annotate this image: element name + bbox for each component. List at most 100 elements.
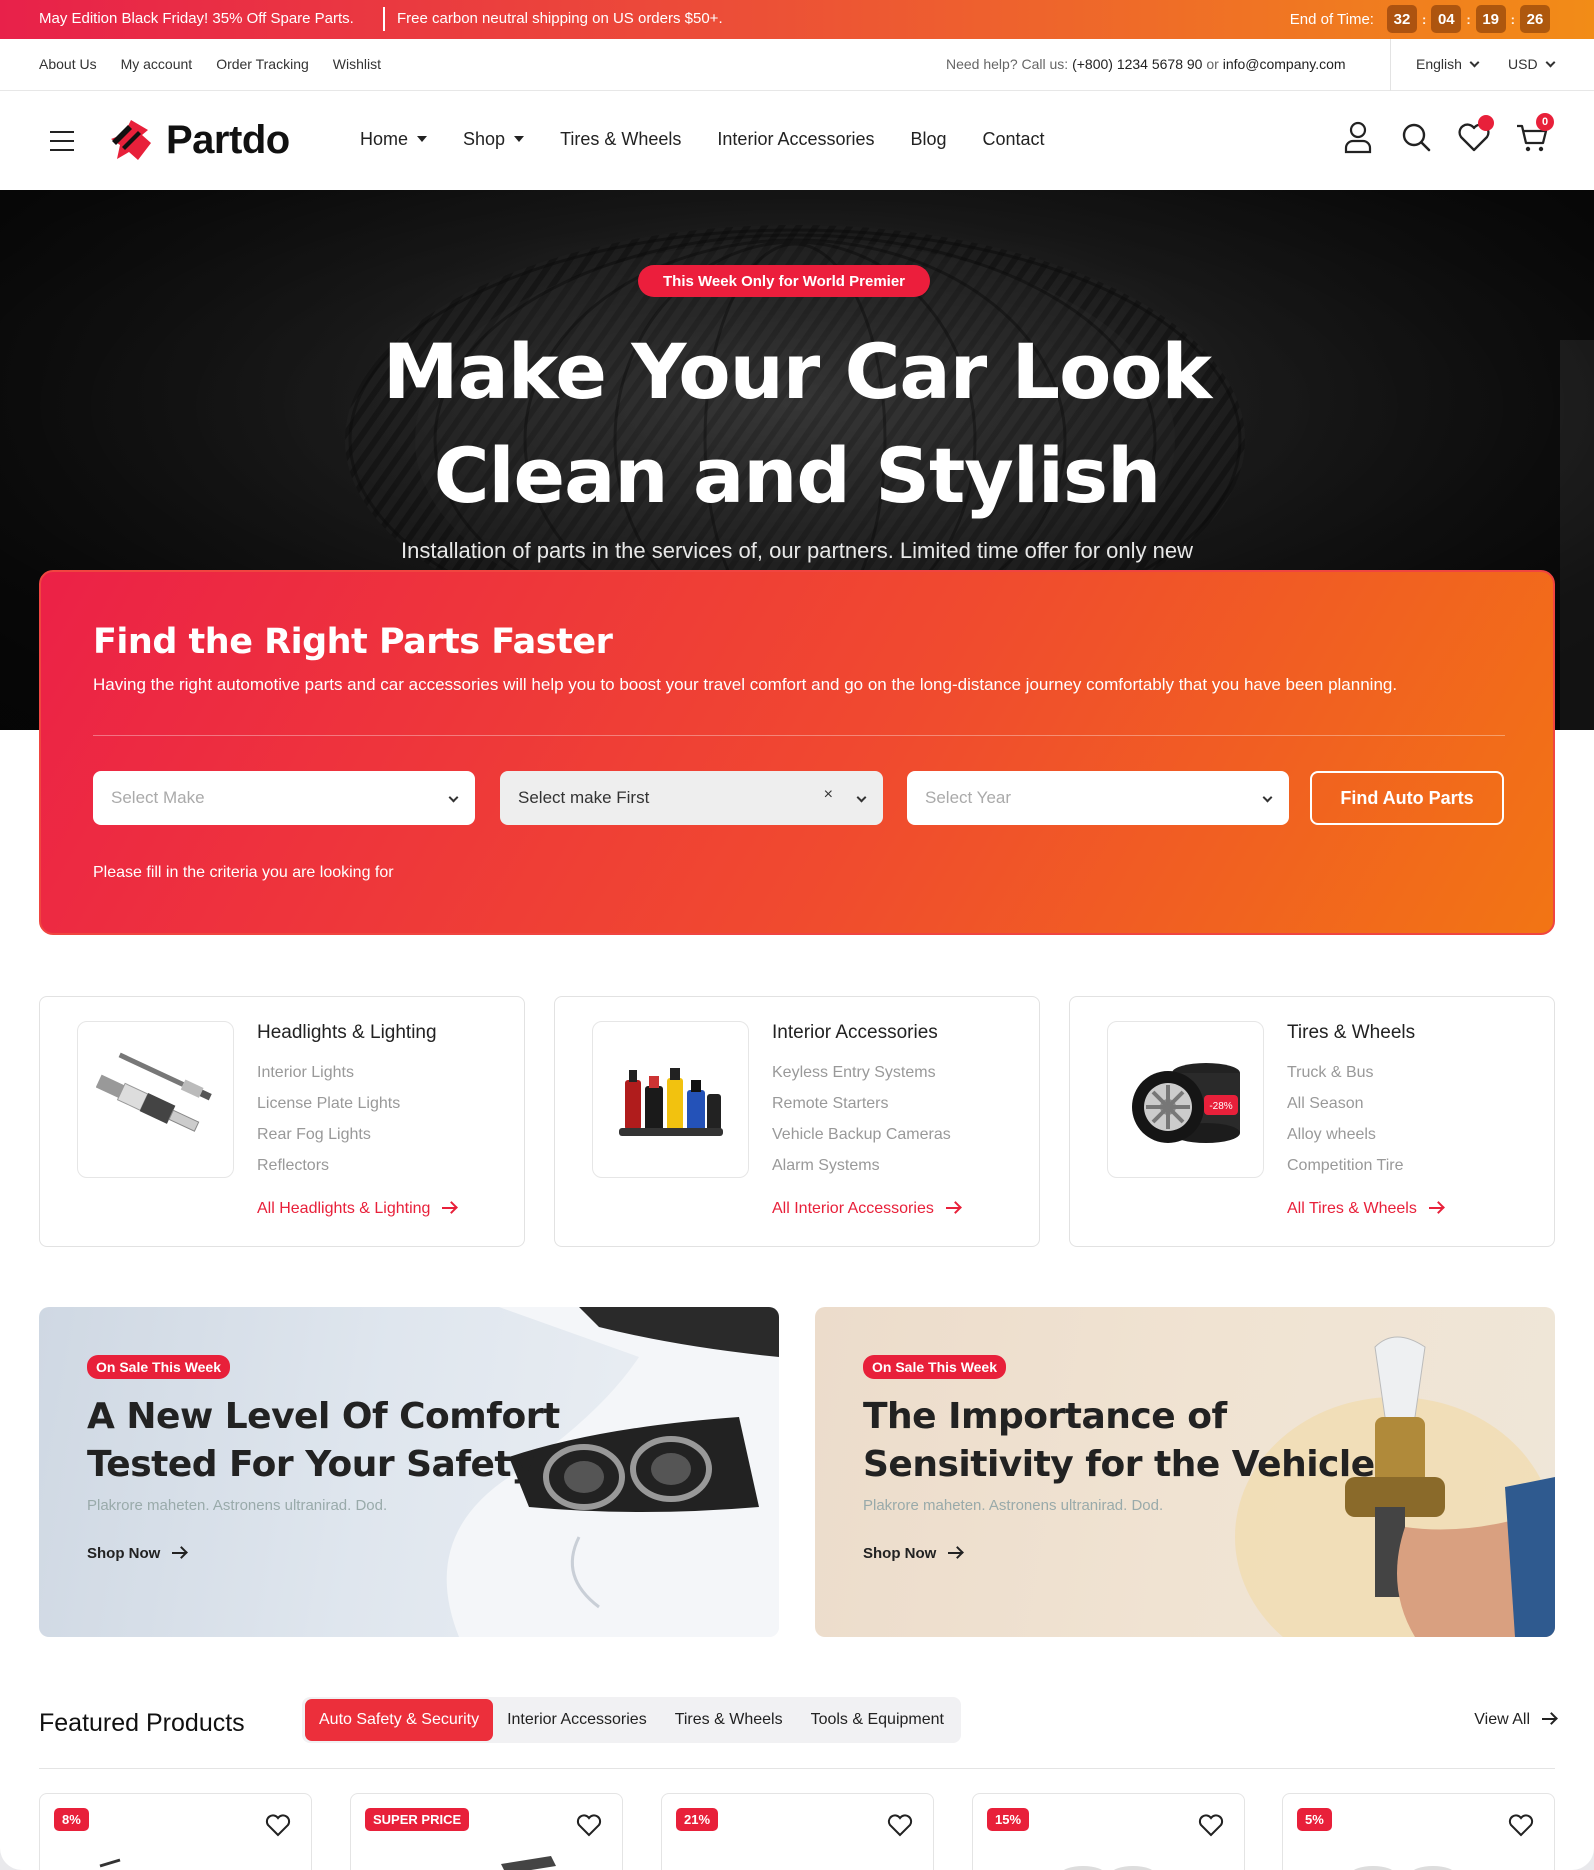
promo-divider [383, 7, 385, 31]
product-card[interactable]: SUPER PRICE [350, 1793, 623, 1870]
hero-title-line1: Make Your Car Look [382, 327, 1212, 416]
tires-image[interactable]: -28% [1107, 1021, 1264, 1178]
category-link[interactable]: Vehicle Backup Cameras [772, 1119, 951, 1150]
product-image [1063, 1866, 1153, 1870]
category-links: Keyless Entry Systems Remote Starters Ve… [772, 1057, 951, 1181]
wishlist-heart-icon[interactable] [1456, 115, 1494, 155]
promo-left-text: May Edition Black Friday! 35% Off Spare … [39, 10, 354, 27]
arrow-right-icon [442, 1207, 456, 1209]
finder-hint: Please fill in the criteria you are look… [93, 864, 394, 881]
link-order-tracking[interactable]: Order Tracking [216, 56, 309, 72]
promo-banner-comfort[interactable]: On Sale This Week A New Level Of Comfort… [39, 1307, 779, 1637]
arrow-right-icon [1542, 1718, 1555, 1720]
category-link[interactable]: Truck & Bus [1287, 1057, 1404, 1088]
product-card[interactable]: 15% [972, 1793, 1245, 1870]
find-auto-parts-button[interactable]: Find Auto Parts [1310, 771, 1504, 825]
tab-tools-equipment[interactable]: Tools & Equipment [797, 1699, 958, 1741]
chevron-down-icon [1545, 57, 1556, 68]
tire-discount-tag: -28% [1209, 1101, 1232, 1112]
category-link[interactable]: Reflectors [257, 1150, 400, 1181]
nav-blog[interactable]: Blog [910, 129, 946, 150]
nav-interior-accessories[interactable]: Interior Accessories [717, 129, 874, 150]
search-icon[interactable] [1398, 119, 1434, 155]
currency-select[interactable]: USD [1508, 56, 1556, 72]
category-link[interactable]: License Plate Lights [257, 1088, 400, 1119]
help-or: or [1206, 56, 1219, 72]
menu-icon[interactable] [50, 131, 74, 158]
product-image [1353, 1866, 1453, 1870]
language-select[interactable]: English [1416, 56, 1480, 72]
category-link[interactable]: Keyless Entry Systems [772, 1057, 951, 1088]
discount-badge: 21% [676, 1808, 719, 1831]
clear-icon[interactable]: × [824, 786, 833, 804]
nav-tires-wheels[interactable]: Tires & Wheels [560, 129, 681, 150]
tab-tires-wheels[interactable]: Tires & Wheels [661, 1699, 797, 1741]
nav-shop[interactable]: Shop [463, 129, 525, 150]
link-wishlist[interactable]: Wishlist [333, 56, 381, 72]
chevron-down-icon [1262, 792, 1273, 803]
logo-mark-icon [111, 120, 151, 160]
spark-plug-image[interactable] [77, 1021, 234, 1178]
arrow-right-icon [172, 1552, 186, 1554]
main-nav: Home Shop Tires & Wheels Interior Access… [360, 129, 1045, 150]
featured-products-header: Featured Products Auto Safety & Security… [39, 1697, 1555, 1769]
category-title[interactable]: Interior Accessories [772, 1022, 938, 1044]
chevron-down-icon [1469, 57, 1480, 68]
view-all-link[interactable]: View All [1474, 1711, 1555, 1729]
email-address[interactable]: info@company.com [1223, 56, 1346, 72]
promo-banner-sensitivity[interactable]: On Sale This Week The Importance of Sensi… [815, 1307, 1555, 1637]
product-card[interactable]: 21% [661, 1793, 934, 1870]
nav-contact[interactable]: Contact [983, 129, 1045, 150]
all-tires-link[interactable]: All Tires & Wheels [1287, 1200, 1442, 1218]
link-my-account[interactable]: My account [121, 56, 193, 72]
arrow-right-icon [945, 1207, 959, 1209]
hero-title: Make Your Car Look Clean and Stylish [0, 320, 1594, 528]
category-title[interactable]: Headlights & Lighting [257, 1022, 437, 1044]
category-link[interactable]: All Season [1287, 1088, 1404, 1119]
select-year[interactable]: Select Year [907, 771, 1289, 825]
help-contact: Need help? Call us: (+800) 1234 5678 90 … [946, 56, 1346, 72]
all-headlights-link[interactable]: All Headlights & Lighting [257, 1200, 456, 1218]
chevron-down-icon [448, 792, 459, 803]
phone-number[interactable]: (+800) 1234 5678 90 [1072, 56, 1202, 72]
select-model-value: Select make First [518, 788, 650, 807]
logo[interactable]: Partdo [108, 117, 290, 163]
category-link[interactable]: Competition Tire [1287, 1150, 1404, 1181]
language-value: English [1416, 56, 1462, 72]
link-about-us[interactable]: About Us [39, 56, 97, 72]
banner-subtitle: Plakrore maheten. Astronens ultranirad. … [87, 1497, 388, 1514]
finder-title: Find the Right Parts Faster [93, 622, 613, 662]
countdown-timer: End of Time: 32: 04: 19: 26 [1290, 5, 1550, 33]
product-card[interactable]: 5% [1282, 1793, 1555, 1870]
shop-now-link[interactable]: Shop Now [87, 1545, 186, 1562]
category-link[interactable]: Rear Fog Lights [257, 1119, 400, 1150]
category-link[interactable]: Interior Lights [257, 1057, 400, 1088]
select-model[interactable]: Select make First × [500, 771, 883, 825]
timer-minutes: 19 [1475, 5, 1506, 33]
tab-interior-accessories[interactable]: Interior Accessories [493, 1699, 661, 1741]
sale-badge: On Sale This Week [863, 1355, 1007, 1379]
currency-value: USD [1508, 56, 1538, 72]
caret-down-icon [514, 136, 525, 142]
tab-auto-safety[interactable]: Auto Safety & Security [305, 1699, 494, 1741]
shop-now-link[interactable]: Shop Now [863, 1545, 962, 1562]
timer-label: End of Time: [1289, 10, 1374, 28]
car-care-products-image[interactable] [592, 1021, 749, 1178]
cart-icon[interactable]: 0 [1514, 113, 1554, 155]
user-icon[interactable] [1340, 119, 1376, 155]
all-interior-link[interactable]: All Interior Accessories [772, 1200, 959, 1218]
category-link[interactable]: Alloy wheels [1287, 1119, 1404, 1150]
help-prefix: Need help? Call us: [946, 56, 1069, 72]
parts-finder: Find the Right Parts Faster Having the r… [39, 570, 1555, 935]
category-card-tires: -28% Tires & Wheels Truck & Bus All Seas… [1069, 996, 1555, 1247]
featured-tabs: Auto Safety & Security Interior Accessor… [302, 1697, 961, 1743]
select-make[interactable]: Select Make [93, 771, 475, 825]
nav-home[interactable]: Home [360, 129, 428, 150]
category-link[interactable]: Alarm Systems [772, 1150, 951, 1181]
heart-icon[interactable] [885, 1810, 915, 1840]
category-card-headlights: Headlights & Lighting Interior Lights Li… [39, 996, 525, 1247]
category-title[interactable]: Tires & Wheels [1287, 1022, 1415, 1044]
hero-subtitle: Installation of parts in the services of… [401, 538, 1193, 563]
product-card[interactable]: 8% [39, 1793, 312, 1870]
category-link[interactable]: Remote Starters [772, 1088, 951, 1119]
